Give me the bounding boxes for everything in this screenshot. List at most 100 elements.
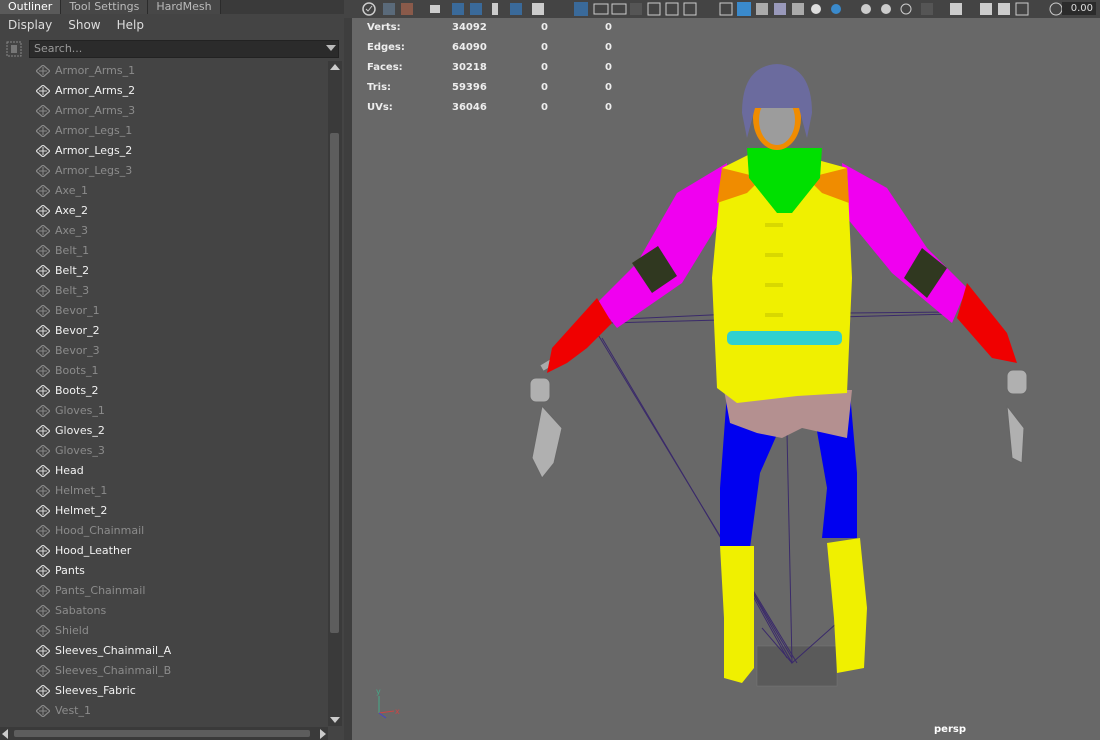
image-plane-icon[interactable] <box>452 3 464 15</box>
tab-hardmesh[interactable]: HardMesh <box>148 0 221 14</box>
outliner-item[interactable]: Boots_1 <box>0 361 328 381</box>
motion-blur-icon[interactable] <box>881 4 891 14</box>
outliner-item[interactable]: Sleeves_Fabric <box>0 681 328 701</box>
outliner-item[interactable]: Sabatons <box>0 601 328 621</box>
horizontal-scrollbar[interactable] <box>0 727 328 740</box>
scroll-right-icon[interactable] <box>320 729 326 739</box>
search-dropdown-icon[interactable] <box>326 45 336 51</box>
textured-icon[interactable] <box>792 3 804 15</box>
right-sleeve <box>842 163 967 323</box>
search-input[interactable]: Search... <box>29 40 339 58</box>
outliner-item-label: Head <box>55 464 84 477</box>
outliner-item[interactable]: Helmet_2 <box>0 501 328 521</box>
tab-outliner[interactable]: Outliner <box>0 0 62 14</box>
exposure-icon[interactable] <box>1049 2 1063 16</box>
transform-node-icon <box>36 125 50 137</box>
safe-title-icon[interactable] <box>683 2 697 16</box>
character-model[interactable]: y x <box>352 18 1100 740</box>
menu-display[interactable]: Display <box>0 18 60 32</box>
outliner-item-label: Helmet_2 <box>55 504 108 517</box>
outliner-item[interactable]: Armor_Arms_1 <box>0 61 328 81</box>
outliner-item[interactable]: Sleeves_Chainmail_B <box>0 661 328 681</box>
outliner-item[interactable]: Axe_3 <box>0 221 328 241</box>
outliner-item-label: Hood_Leather <box>55 544 132 557</box>
outliner-item[interactable]: Hood_Chainmail <box>0 521 328 541</box>
outliner-item[interactable]: Helmet_1 <box>0 481 328 501</box>
transform-node-icon <box>36 85 50 97</box>
transform-node-icon <box>36 685 50 697</box>
wireframe-icon[interactable] <box>719 2 733 16</box>
outliner-item[interactable]: Gloves_3 <box>0 441 328 461</box>
outliner-item[interactable]: Belt_2 <box>0 261 328 281</box>
anti-aliasing-icon[interactable] <box>900 3 912 15</box>
scroll-down-icon[interactable] <box>330 717 340 723</box>
outliner-item[interactable]: Axe_1 <box>0 181 328 201</box>
resolution-gate-icon[interactable] <box>611 3 627 15</box>
isolate-select-icon[interactable] <box>950 3 962 15</box>
outliner-item[interactable]: Bevor_1 <box>0 301 328 321</box>
menu-show[interactable]: Show <box>60 18 108 32</box>
outliner-item[interactable]: Pants_Chainmail <box>0 581 328 601</box>
brush-icon[interactable] <box>532 3 544 15</box>
smooth-shade-icon[interactable] <box>737 2 751 16</box>
gate-mask-icon[interactable] <box>630 3 642 15</box>
outliner-item[interactable]: Armor_Legs_2 <box>0 141 328 161</box>
scroll-thumb[interactable] <box>330 133 339 633</box>
menu-help[interactable]: Help <box>109 18 152 32</box>
outliner-item[interactable]: Sleeves_Chainmail_A <box>0 641 328 661</box>
grid-toggle-icon[interactable] <box>510 3 522 15</box>
xray-joints-icon[interactable] <box>998 3 1010 15</box>
outliner-item[interactable]: Pants <box>0 561 328 581</box>
tab-tool-settings[interactable]: Tool Settings <box>61 0 149 14</box>
grid-icon[interactable] <box>574 2 588 16</box>
select-camera-icon[interactable] <box>362 2 376 16</box>
outliner-item[interactable]: Axe_2 <box>0 201 328 221</box>
vertical-scrollbar[interactable] <box>328 61 342 726</box>
grease-pencil-icon[interactable] <box>492 3 498 15</box>
outliner-item[interactable]: Hood_Leather <box>0 541 328 561</box>
outliner-item[interactable]: Gloves_1 <box>0 401 328 421</box>
outliner-item-label: Axe_1 <box>55 184 88 197</box>
outliner-item[interactable]: Armor_Legs_1 <box>0 121 328 141</box>
outliner-item-label: Gloves_3 <box>55 444 105 457</box>
bookmark-icon[interactable] <box>430 5 440 13</box>
outliner-item[interactable]: Vest_1 <box>0 701 328 721</box>
xray-components-icon[interactable] <box>1015 2 1029 16</box>
field-chart-icon[interactable] <box>647 2 661 16</box>
transform-node-icon <box>36 65 50 77</box>
outliner-item[interactable]: Gloves_2 <box>0 421 328 441</box>
scroll-up-icon[interactable] <box>330 64 340 70</box>
2d-pan-icon[interactable] <box>470 3 482 15</box>
hscroll-thumb[interactable] <box>14 730 310 737</box>
safe-action-icon[interactable] <box>665 2 679 16</box>
outliner-item[interactable]: Armor_Legs_3 <box>0 161 328 181</box>
lock-camera-icon[interactable] <box>383 3 395 15</box>
outliner-item[interactable]: Belt_1 <box>0 241 328 261</box>
left-sleeve <box>597 163 727 328</box>
outliner-item-label: Sleeves_Chainmail_B <box>55 664 172 677</box>
xray-icon[interactable] <box>980 3 992 15</box>
lights-icon[interactable] <box>811 4 821 14</box>
shadows-icon[interactable] <box>831 4 841 14</box>
ambient-occlusion-icon[interactable] <box>861 4 871 14</box>
outliner-item[interactable]: Bevor_2 <box>0 321 328 341</box>
viewport-3d[interactable]: Verts: 34092 0 0 Edges: 64090 0 0 Faces:… <box>352 18 1100 740</box>
outliner-item-label: Axe_3 <box>55 224 88 237</box>
outliner-item[interactable]: Boots_2 <box>0 381 328 401</box>
film-gate-icon[interactable] <box>593 3 609 15</box>
viewport-toolbar: 0.00 <box>344 0 1100 19</box>
outliner-item[interactable]: Head <box>0 461 328 481</box>
outliner-item[interactable]: Bevor_3 <box>0 341 328 361</box>
scroll-left-icon[interactable] <box>2 729 8 739</box>
outliner-item[interactable]: Shield <box>0 621 328 641</box>
camera-attr-icon[interactable] <box>401 3 413 15</box>
camera-label: persp <box>934 724 966 735</box>
outliner-item[interactable]: Armor_Arms_2 <box>0 81 328 101</box>
exposure-value[interactable]: 0.00 <box>1062 2 1096 15</box>
outliner-item[interactable]: Belt_3 <box>0 281 328 301</box>
default-material-icon[interactable] <box>756 3 768 15</box>
outliner-item[interactable]: Armor_Arms_3 <box>0 101 328 121</box>
wireframe-on-shaded-icon[interactable] <box>774 3 786 15</box>
filter-icon[interactable] <box>6 41 22 57</box>
depth-of-field-icon[interactable] <box>921 3 933 15</box>
